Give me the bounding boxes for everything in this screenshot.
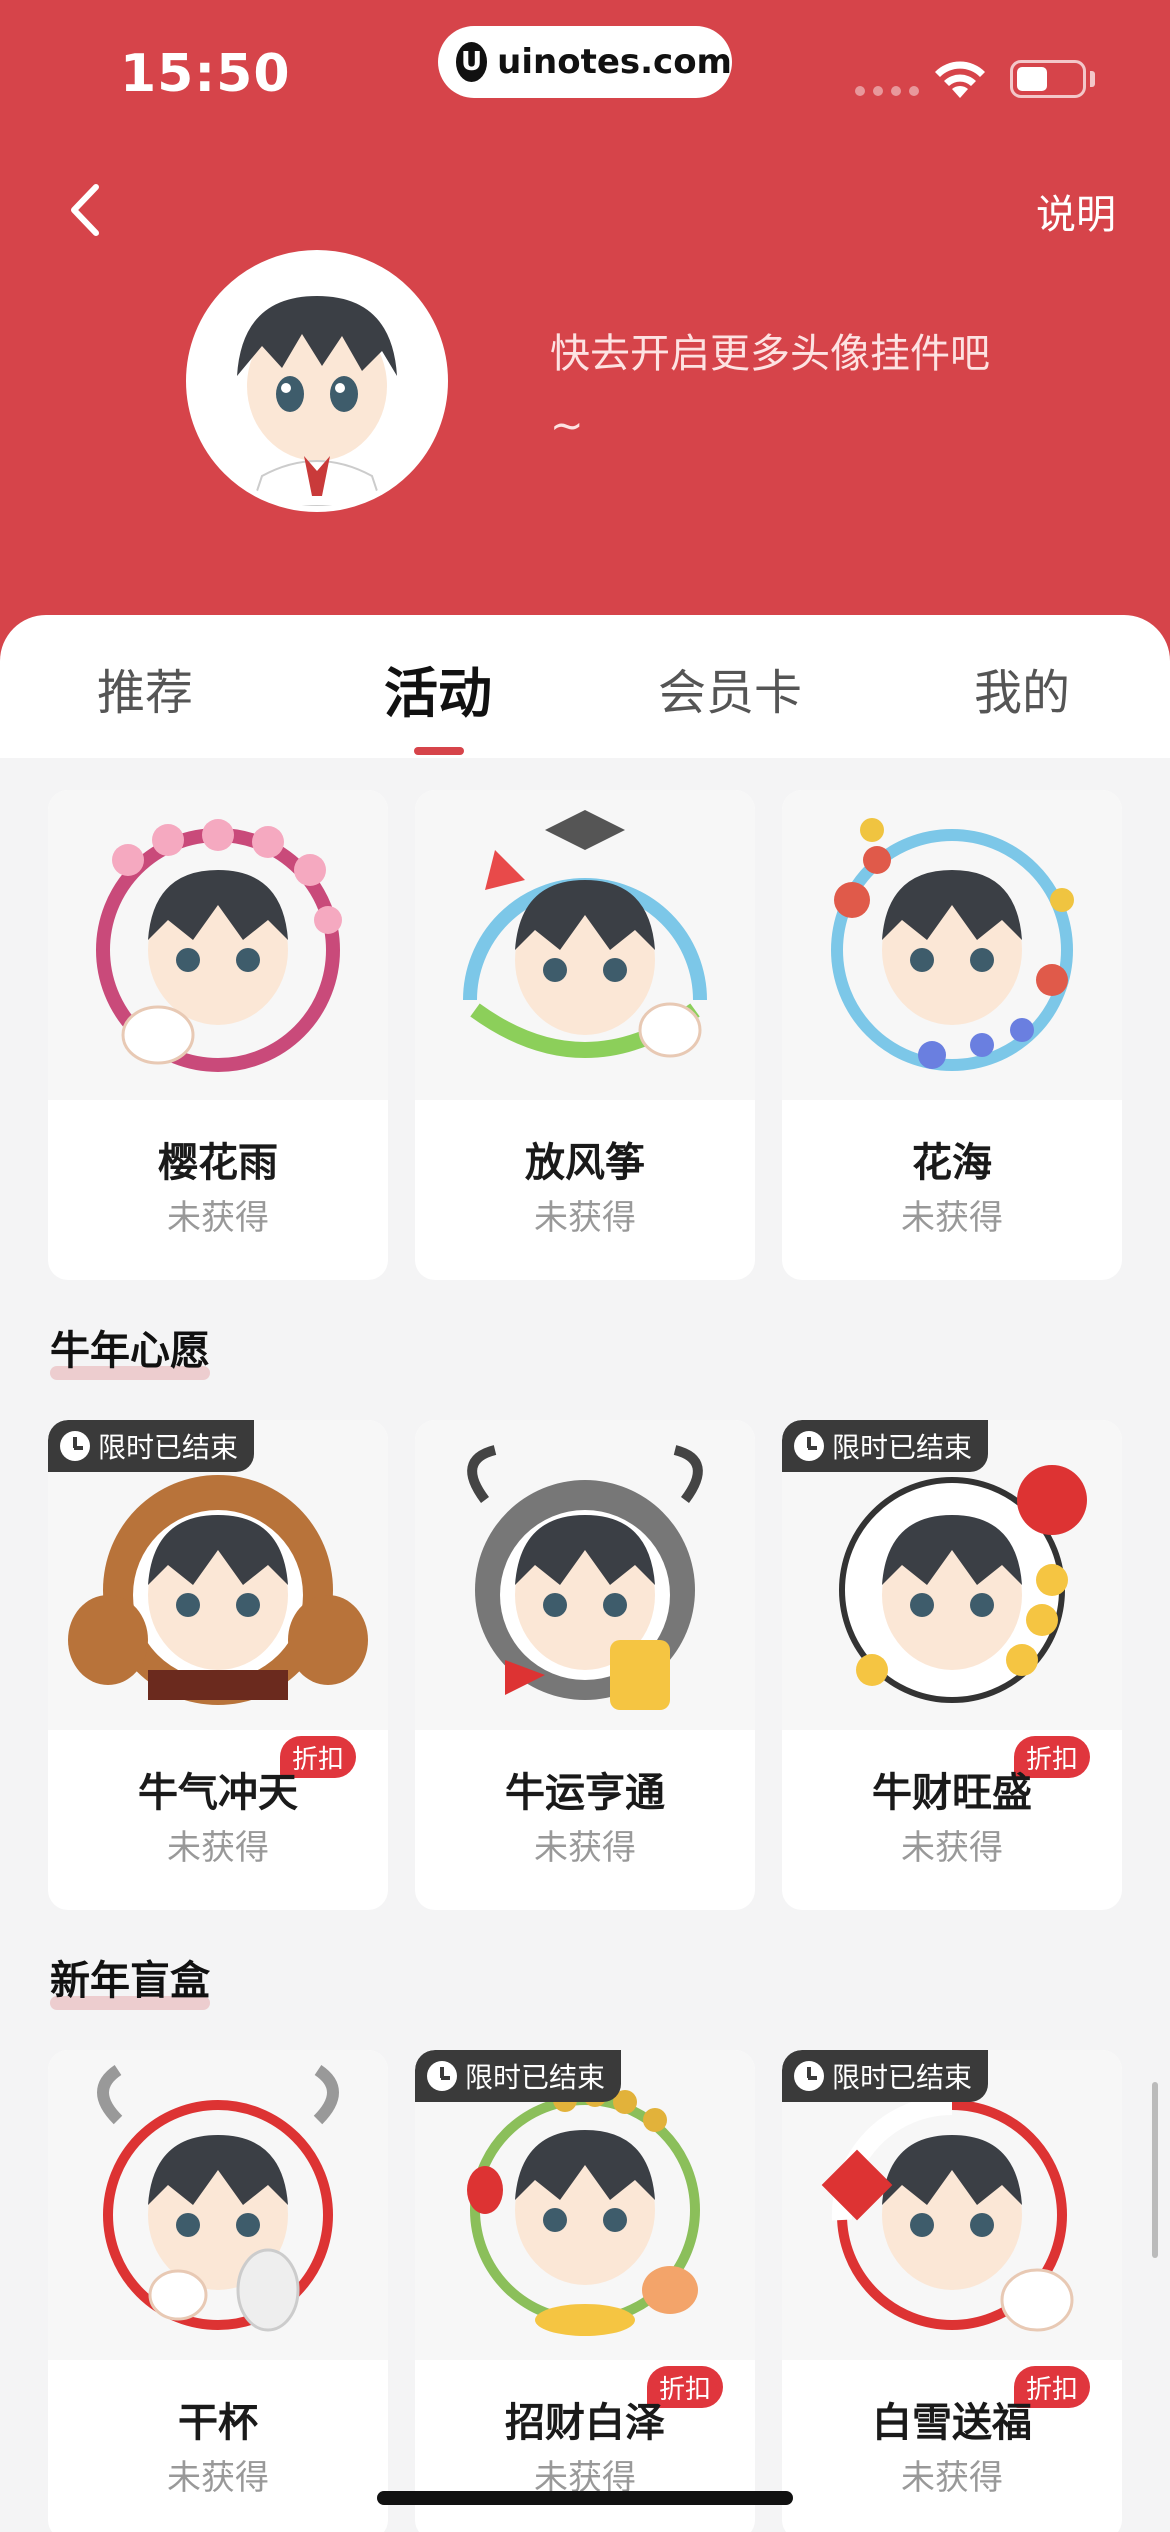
tab-bar: 推荐 活动 会员卡 我的 bbox=[0, 615, 1170, 758]
home-indicator[interactable] bbox=[377, 2491, 793, 2505]
promo-line-1: 快去开启更多头像挂件吧 bbox=[550, 331, 990, 377]
ended-label: 限时已结束 bbox=[832, 1431, 973, 1464]
pendant-image bbox=[415, 1420, 755, 1730]
url-text: uinotes.com bbox=[497, 42, 732, 82]
clock-icon bbox=[794, 2061, 824, 2091]
pendant-name: 花海 bbox=[912, 1140, 992, 1186]
pendant-status: 未获得 bbox=[901, 2458, 1003, 2498]
pendant-status: 未获得 bbox=[901, 1828, 1003, 1868]
url-pill[interactable]: U uinotes.com bbox=[438, 26, 732, 98]
pendant-card-kite[interactable]: 放风筝 未获得 bbox=[415, 790, 755, 1280]
pendant-status: 未获得 bbox=[167, 1828, 269, 1868]
pendant-card-sakura[interactable]: 樱花雨 未获得 bbox=[48, 790, 388, 1280]
back-icon[interactable] bbox=[60, 175, 120, 245]
promo-text: 快去开启更多头像挂件吧 ~ bbox=[550, 318, 1070, 462]
cheers-pendant-icon bbox=[97, 2065, 339, 2332]
pendant-name: 牛财旺盛 bbox=[872, 1770, 1032, 1816]
pendant-card-lucky-baize[interactable]: 限时已结束 折扣 招财白泽 未获得 bbox=[415, 2050, 755, 2532]
pendant-card-snow-blessing[interactable]: 限时已结束 折扣 白雪送福 未获得 bbox=[782, 2050, 1122, 2532]
section-title-ox-wishes: 牛年心愿 bbox=[50, 1318, 210, 1380]
pendant-name: 放风筝 bbox=[525, 1140, 645, 1186]
pendant-card-ox-soaring[interactable]: 限时已结束 折扣 牛气冲天 未获得 bbox=[48, 1420, 388, 1910]
time-limited-ended-badge: 限时已结束 bbox=[415, 2050, 622, 2102]
pendant-image bbox=[48, 2050, 388, 2360]
ended-label: 限时已结束 bbox=[98, 1431, 239, 1464]
pendant-name: 干杯 bbox=[178, 2400, 258, 2446]
clock-icon bbox=[794, 1431, 824, 1461]
tab-recommend[interactable]: 推荐 bbox=[45, 653, 245, 723]
tab-member-card[interactable]: 会员卡 bbox=[630, 653, 830, 723]
promo-line-2: ~ bbox=[550, 403, 584, 449]
tab-mine[interactable]: 我的 bbox=[922, 653, 1122, 723]
ox-fortune-pendant-icon bbox=[467, 1445, 703, 1710]
uinotes-logo-icon: U bbox=[456, 42, 488, 82]
pendant-name: 招财白泽 bbox=[505, 2400, 665, 2446]
pendant-status: 未获得 bbox=[167, 1198, 269, 1238]
time-limited-ended-badge: 限时已结束 bbox=[782, 2050, 989, 2102]
clock-icon bbox=[60, 1431, 90, 1461]
pendant-list: 樱花雨 未获得 放风筝 未获得 花海 未获得 牛年心愿 限时已结束 折扣 牛气冲… bbox=[0, 758, 1170, 2532]
section-title-new-year-blind-box: 新年盲盒 bbox=[50, 1948, 210, 2010]
pendant-status: 未获得 bbox=[167, 2458, 269, 2498]
pendant-name: 白雪送福 bbox=[872, 2400, 1032, 2446]
ended-label: 限时已结束 bbox=[832, 2061, 973, 2094]
ended-label: 限时已结束 bbox=[465, 2061, 606, 2094]
cellular-signal-icon bbox=[855, 86, 919, 96]
avatar-character-icon bbox=[192, 256, 442, 506]
pendant-image bbox=[782, 790, 1122, 1100]
pendant-status: 未获得 bbox=[534, 1198, 636, 1238]
clock-icon bbox=[427, 2061, 457, 2091]
time-limited-ended-badge: 限时已结束 bbox=[782, 1420, 989, 1472]
user-avatar bbox=[186, 250, 448, 512]
time-limited-ended-badge: 限时已结束 bbox=[48, 1420, 255, 1472]
flower-sea-pendant-icon bbox=[831, 818, 1074, 1071]
status-time: 15:50 bbox=[120, 44, 291, 104]
pendant-name: 樱花雨 bbox=[158, 1140, 278, 1186]
help-link[interactable]: 说明 bbox=[1036, 182, 1116, 240]
pendant-name: 牛运亨通 bbox=[505, 1770, 665, 1816]
pendant-image bbox=[415, 790, 755, 1100]
pendant-status: 未获得 bbox=[534, 1828, 636, 1868]
battery-icon bbox=[1010, 60, 1086, 98]
battery-tip bbox=[1090, 71, 1095, 87]
scrollbar[interactable] bbox=[1152, 2082, 1158, 2258]
wifi-icon bbox=[935, 61, 985, 98]
pendant-card-flower-sea[interactable]: 花海 未获得 bbox=[782, 790, 1122, 1280]
pendant-card-ox-wealth[interactable]: 限时已结束 折扣 牛财旺盛 未获得 bbox=[782, 1420, 1122, 1910]
tab-active-indicator bbox=[414, 747, 464, 755]
pendant-status: 未获得 bbox=[901, 1198, 1003, 1238]
kite-pendant-icon bbox=[463, 810, 707, 1058]
pendant-card-ox-fortune[interactable]: 牛运亨通 未获得 bbox=[415, 1420, 755, 1910]
status-bar: 15:50 U uinotes.com bbox=[0, 0, 1170, 140]
pendant-card-cheers[interactable]: 干杯 未获得 bbox=[48, 2050, 388, 2532]
pendant-name: 牛气冲天 bbox=[138, 1770, 298, 1816]
pendant-image bbox=[48, 790, 388, 1100]
tab-activity[interactable]: 活动 bbox=[338, 649, 538, 728]
sakura-pendant-icon bbox=[96, 819, 342, 1072]
